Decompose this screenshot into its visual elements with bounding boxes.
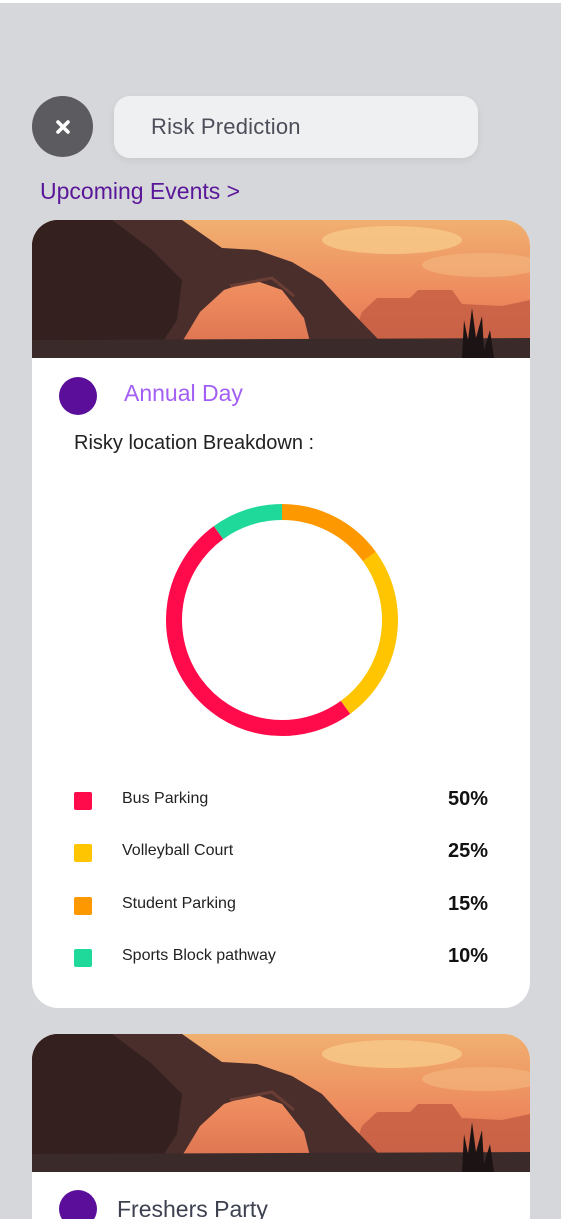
donut-slice-student-parking bbox=[281, 504, 376, 562]
legend-label: Bus Parking bbox=[122, 790, 209, 807]
event-title[interactable]: Freshers Party bbox=[117, 1196, 268, 1219]
event-card[interactable]: Annual Day Risky location Breakdown : Bu… bbox=[32, 220, 530, 1008]
close-button[interactable] bbox=[32, 96, 93, 157]
legend-swatch bbox=[74, 844, 92, 862]
legend-item: Volleyball Court 25% bbox=[74, 838, 488, 868]
donut-slice-volleyball-court bbox=[340, 551, 398, 714]
close-x-icon bbox=[55, 119, 70, 134]
donut-slice-sports-block-pathway bbox=[213, 504, 283, 540]
legend-item: Sports Block pathway 10% bbox=[74, 943, 488, 973]
risk-donut-chart bbox=[166, 504, 398, 736]
legend-swatch bbox=[74, 949, 92, 967]
page-title: Risk Prediction bbox=[151, 114, 301, 139]
legend-label: Volleyball Court bbox=[122, 842, 234, 859]
legend-percentage: 10% bbox=[447, 945, 488, 967]
legend-label: Student Parking bbox=[122, 895, 236, 912]
legend-percentage: 25% bbox=[447, 840, 488, 862]
legend-label: Sports Block pathway bbox=[122, 947, 276, 964]
event-banner-image bbox=[32, 1034, 530, 1172]
legend-percentage: 15% bbox=[447, 893, 488, 915]
legend-percentage: 50% bbox=[447, 788, 488, 810]
donut-slice-bus-parking bbox=[166, 526, 351, 736]
top-edge bbox=[0, 0, 561, 3]
upcoming-events-link[interactable]: Upcoming Events > bbox=[40, 178, 240, 205]
event-banner-image bbox=[32, 220, 530, 358]
legend-item: Bus Parking 50% bbox=[74, 786, 488, 816]
event-card[interactable]: Freshers Party bbox=[32, 1034, 530, 1219]
event-avatar bbox=[59, 377, 97, 415]
legend-swatch bbox=[74, 897, 92, 915]
legend-item: Student Parking 15% bbox=[74, 891, 488, 921]
event-title[interactable]: Annual Day bbox=[124, 380, 243, 407]
page-title-pill[interactable]: Risk Prediction bbox=[114, 96, 478, 158]
event-avatar bbox=[59, 1190, 97, 1219]
legend-swatch bbox=[74, 792, 92, 810]
breakdown-heading: Risky location Breakdown : bbox=[74, 432, 315, 454]
